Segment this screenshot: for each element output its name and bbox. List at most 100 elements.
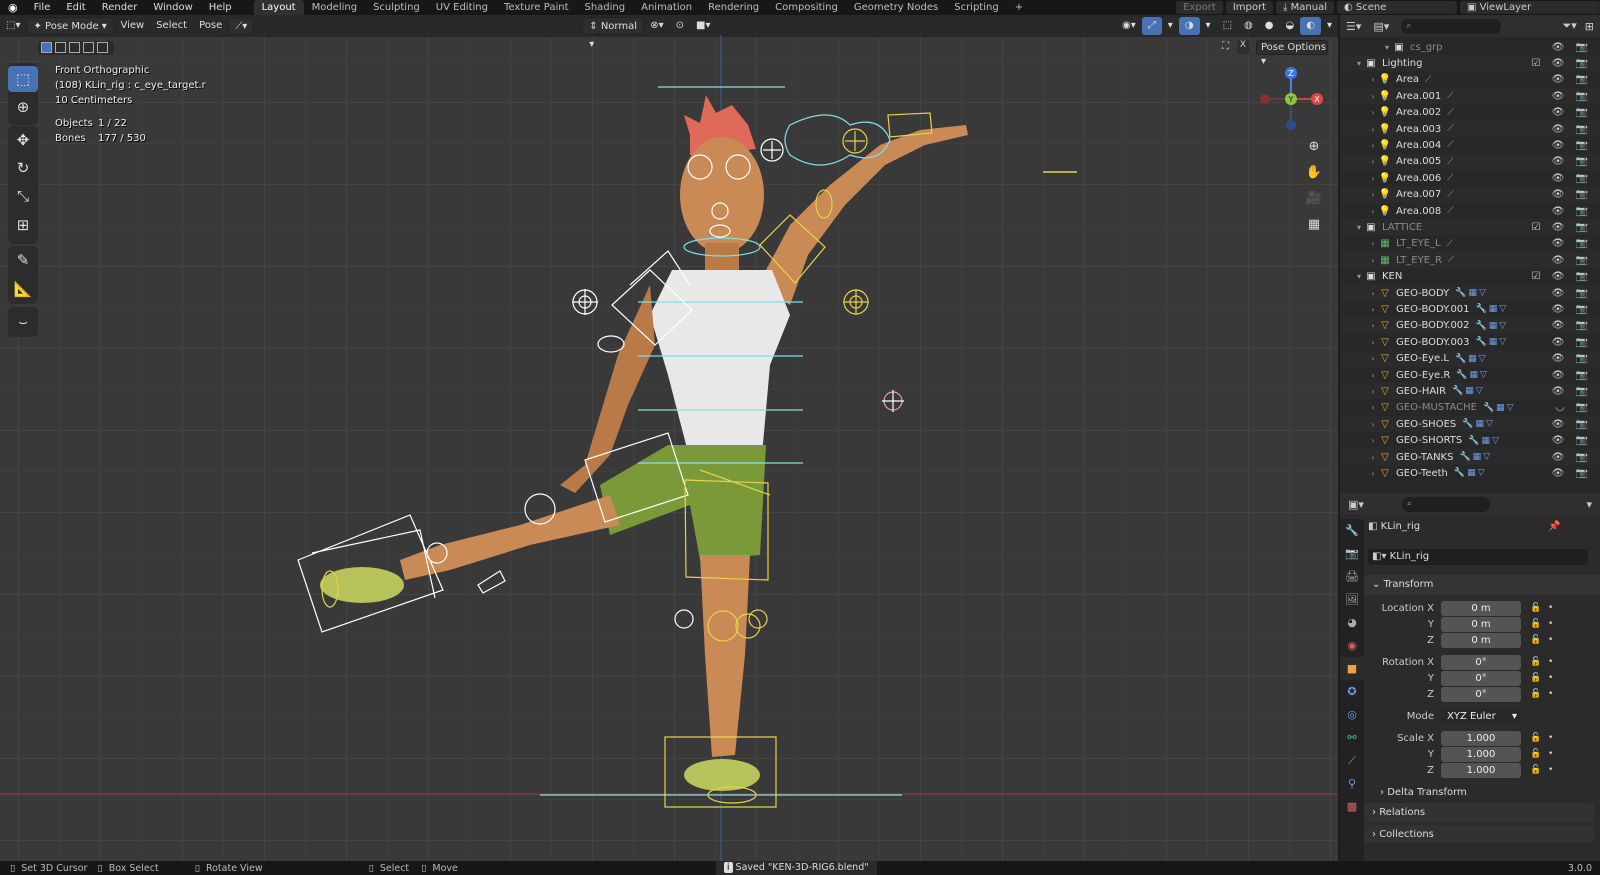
outliner-row[interactable]: ▾ ▣ KEN ☑ 👁 📷: [1340, 269, 1600, 285]
chevron-down-icon[interactable]: ▾: [1354, 272, 1364, 281]
view-layer-tab-icon[interactable]: 🖼: [1340, 588, 1364, 611]
visibility-toggle-icon[interactable]: 👁 📷: [1552, 189, 1592, 200]
visibility-toggle-icon[interactable]: 👁 📷: [1552, 468, 1592, 479]
chevron-right-icon[interactable]: ›: [1368, 125, 1378, 134]
modifier-icons[interactable]: 🔧▦▽: [1456, 370, 1489, 380]
3d-viewport[interactable]: ⬚▾ ✦ Pose Mode ▾ View Select Pose ⟋▾ ⇕ N…: [0, 15, 1338, 861]
world-tab-icon[interactable]: ◉: [1340, 634, 1364, 657]
modifier-icons[interactable]: 🔧▦▽: [1476, 321, 1509, 331]
modifier-icons[interactable]: 🔧▦▽: [1454, 468, 1487, 478]
visibility-toggle-icon[interactable]: ◡ 📷: [1556, 402, 1592, 413]
data-icon[interactable]: ⟋: [1447, 91, 1455, 101]
menu-render[interactable]: Render: [94, 0, 146, 15]
visibility-toggle-icon[interactable]: 👁 📷: [1552, 370, 1592, 381]
scale-z-field[interactable]: 1.000: [1441, 763, 1521, 778]
display-mode-icon[interactable]: ▤▾: [1373, 20, 1389, 33]
chevron-right-icon[interactable]: ›: [1368, 305, 1378, 314]
data-icon[interactable]: ⟋: [1447, 157, 1455, 167]
viewlayer-selector[interactable]: ▣ ViewLayer: [1460, 1, 1600, 14]
lock-icon[interactable]: 🔓: [1530, 603, 1541, 613]
modifier-icons[interactable]: 🔧▦▽: [1455, 354, 1488, 364]
lock-icon[interactable]: 🔓: [1530, 657, 1541, 667]
outliner-row[interactable]: › ▽ GEO-MUSTACHE 🔧▦▽ ◡ 📷: [1340, 400, 1600, 416]
visibility-toggle-icon[interactable]: 👁 📷: [1552, 255, 1592, 266]
data-icon[interactable]: ⟋: [1447, 190, 1455, 200]
outliner-row[interactable]: ▾ ▣ cs_grp 👁 📷: [1340, 39, 1600, 55]
chevron-right-icon[interactable]: ›: [1368, 436, 1378, 445]
keyframe-dot-icon[interactable]: •: [1548, 733, 1553, 743]
outliner-row[interactable]: › ▽ GEO-TANKS 🔧▦▽ 👁 📷: [1340, 449, 1600, 465]
tab-uv-editing[interactable]: UV Editing: [428, 0, 496, 15]
outliner-row[interactable]: ▾ ▣ LATTICE ☑ 👁 📷: [1340, 219, 1600, 236]
outliner-row[interactable]: › 💡 Area ⟋ 👁 📷: [1340, 72, 1600, 88]
data-icon[interactable]: ⟋: [1447, 124, 1455, 134]
chevron-right-icon[interactable]: ›: [1368, 256, 1378, 265]
visibility-toggle-icon[interactable]: 👁 📷: [1552, 386, 1592, 397]
visibility-toggle-icon[interactable]: 👁 📷: [1552, 435, 1592, 446]
lock-icon[interactable]: 🔓: [1530, 733, 1541, 743]
chevron-right-icon[interactable]: ›: [1368, 354, 1378, 363]
visibility-toggle-icon[interactable]: 👁 📷: [1552, 206, 1592, 217]
outliner-search-input[interactable]: ⌕: [1401, 18, 1502, 34]
outliner-row[interactable]: › ▦ LT_EYE_R ⟋ 👁 📷: [1340, 252, 1600, 269]
modifier-icons[interactable]: 🔧▦▽: [1462, 419, 1495, 429]
lock-icon[interactable]: 🔓: [1530, 689, 1541, 699]
menu-window[interactable]: Window: [145, 0, 200, 15]
visibility-toggle-icon[interactable]: 👁 📷: [1552, 288, 1592, 299]
chevron-right-icon[interactable]: ›: [1368, 403, 1378, 412]
rotation-y-field[interactable]: 0°: [1441, 671, 1521, 686]
data-icon[interactable]: ⟋: [1447, 108, 1455, 118]
render-tab-icon[interactable]: 📷: [1340, 542, 1364, 565]
datablock-field[interactable]: ◧▾ KLin_rig: [1368, 549, 1588, 565]
outliner-row[interactable]: › ▽ GEO-BODY.002 🔧▦▽ 👁 📷: [1340, 317, 1600, 334]
tab-shading[interactable]: Shading: [576, 0, 633, 15]
outliner-editor-icon[interactable]: ☰▾: [1346, 20, 1361, 33]
visibility-toggle-icon[interactable]: ☑ 👁 📷: [1532, 58, 1592, 69]
outliner-row[interactable]: › 💡 Area.006 ⟋ 👁 📷: [1340, 170, 1600, 186]
tab-animation[interactable]: Animation: [633, 0, 700, 15]
chevron-down-icon[interactable]: ▾: [1382, 43, 1392, 52]
menu-help[interactable]: Help: [201, 0, 240, 15]
texture-tab-icon[interactable]: ▩: [1340, 795, 1364, 818]
chevron-right-icon[interactable]: ›: [1368, 420, 1378, 429]
armature-tab-icon[interactable]: ⟋: [1340, 749, 1364, 772]
object-tab-icon[interactable]: ■: [1340, 657, 1364, 680]
outliner-row[interactable]: › ▽ GEO-BODY 🔧▦▽ 👁 📷: [1340, 285, 1600, 301]
menu-file[interactable]: File: [26, 0, 59, 15]
visibility-toggle-icon[interactable]: 👁 📷: [1552, 337, 1592, 348]
outliner-row[interactable]: › 💡 Area.004 ⟋ 👁 📷: [1340, 137, 1600, 153]
chevron-right-icon[interactable]: ›: [1368, 174, 1378, 183]
scene-tab-icon[interactable]: ◕: [1340, 611, 1364, 634]
chevron-right-icon[interactable]: ›: [1368, 239, 1378, 248]
export-button[interactable]: Export: [1176, 1, 1223, 14]
visibility-toggle-icon[interactable]: 👁 📷: [1552, 304, 1592, 315]
modifier-icons[interactable]: 🔧▦▽: [1455, 288, 1488, 298]
output-tab-icon[interactable]: 🖨: [1340, 565, 1364, 588]
tab-rendering[interactable]: Rendering: [700, 0, 767, 15]
visibility-toggle-icon[interactable]: 👁 📷: [1552, 419, 1592, 430]
keyframe-dot-icon[interactable]: •: [1548, 673, 1553, 683]
data-icon[interactable]: ⟋: [1448, 255, 1456, 265]
visibility-toggle-icon[interactable]: 👁 📷: [1552, 74, 1592, 85]
keyframe-dot-icon[interactable]: •: [1548, 657, 1553, 667]
tab-modeling[interactable]: Modeling: [304, 0, 366, 15]
outliner-row[interactable]: › 💡 Area.003 ⟋ 👁 📷: [1340, 121, 1600, 137]
visibility-toggle-icon[interactable]: 👁 📷: [1552, 156, 1592, 167]
status-message-box[interactable]: i Saved "KEN-3D-RIG6.blend": [715, 861, 877, 875]
chevron-right-icon[interactable]: ›: [1368, 453, 1378, 462]
visibility-toggle-icon[interactable]: 👁 📷: [1552, 42, 1592, 53]
visibility-toggle-icon[interactable]: 👁 📷: [1552, 452, 1592, 463]
chevron-down-icon[interactable]: ▾: [1354, 59, 1364, 68]
chevron-down-icon[interactable]: ▾: [1354, 223, 1364, 232]
properties-options-icon[interactable]: ▾: [1586, 498, 1592, 511]
modifier-tab-icon[interactable]: ✪: [1340, 680, 1364, 703]
rotation-z-field[interactable]: 0°: [1441, 687, 1521, 702]
visibility-toggle-icon[interactable]: 👁 📷: [1552, 140, 1592, 151]
chevron-right-icon[interactable]: ›: [1368, 108, 1378, 117]
modifier-icons[interactable]: 🔧▦▽: [1483, 403, 1516, 413]
visibility-toggle-icon[interactable]: 👁 📷: [1552, 107, 1592, 118]
scale-x-field[interactable]: 1.000: [1441, 731, 1521, 746]
visibility-toggle-icon[interactable]: ☑ 👁 📷: [1532, 271, 1592, 282]
data-icon[interactable]: ⟋: [1447, 239, 1455, 249]
tab-compositing[interactable]: Compositing: [767, 0, 846, 15]
